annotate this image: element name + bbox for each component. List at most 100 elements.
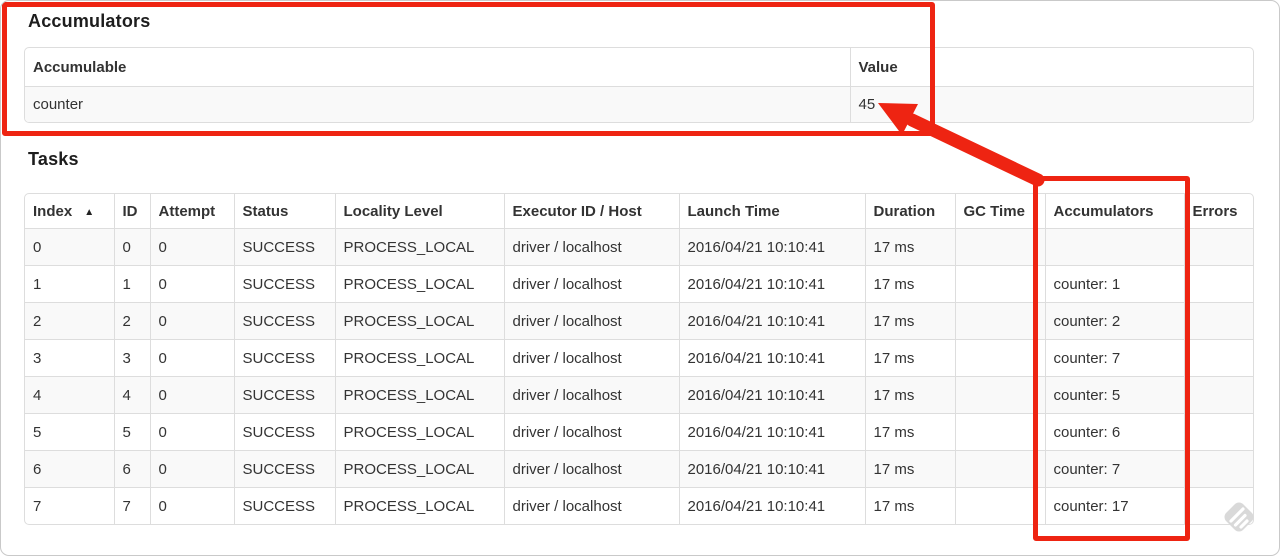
accumulator-row: counter 45 xyxy=(25,86,1253,122)
cell-index: 0 xyxy=(33,238,42,256)
cell-accumulators: counter: 7 xyxy=(1044,450,1184,488)
tasks-header-accumulators[interactable]: Accumulators xyxy=(1044,194,1184,229)
task-row: 0 0 0 SUCCESS PROCESS_LOCAL driver / loc… xyxy=(25,228,1253,266)
cell-id: 0 xyxy=(113,228,150,266)
task-row: 6 6 0 SUCCESS PROCESS_LOCAL driver / loc… xyxy=(25,450,1253,488)
cell-accumulators: counter: 17 xyxy=(1044,487,1184,524)
cell-errors xyxy=(1183,265,1253,303)
task-row: 3 3 0 SUCCESS PROCESS_LOCAL driver / loc… xyxy=(25,339,1253,377)
tasks-header-duration[interactable]: Duration xyxy=(864,194,955,229)
cell-executor: driver / localhost xyxy=(503,302,679,340)
cell-status: SUCCESS xyxy=(233,339,335,377)
tasks-header-executor-id-host[interactable]: Executor ID / Host xyxy=(503,194,679,229)
cell-index: 3 xyxy=(25,339,114,377)
cell-launch-time: 2016/04/21 10:10:41 xyxy=(678,413,865,451)
tasks-header-row: Index ▲ ID Attempt Status Locality Level … xyxy=(25,194,1253,229)
cell-errors xyxy=(1183,302,1253,340)
cell-gc-time xyxy=(954,413,1045,451)
cell-errors xyxy=(1183,339,1253,377)
cell-status: SUCCESS xyxy=(233,376,335,414)
cell-accumulators xyxy=(1044,228,1184,266)
cell-locality: PROCESS_LOCAL xyxy=(334,265,504,303)
tasks-header-locality-level[interactable]: Locality Level xyxy=(334,194,504,229)
cell-launch-time: 2016/04/21 10:10:41 xyxy=(678,228,865,266)
cell-attempt: 0 xyxy=(149,339,234,377)
cell-id: 1 xyxy=(113,265,150,303)
tasks-header-status[interactable]: Status xyxy=(233,194,335,229)
cell-duration: 17 ms xyxy=(864,265,955,303)
cell-gc-time xyxy=(954,302,1045,340)
cell-launch-time: 2016/04/21 10:10:41 xyxy=(678,376,865,414)
cell-locality: PROCESS_LOCAL xyxy=(334,450,504,488)
cell-launch-time: 2016/04/21 10:10:41 xyxy=(678,265,865,303)
cell-duration: 17 ms xyxy=(864,450,955,488)
tasks-header-attempt[interactable]: Attempt xyxy=(149,194,234,229)
cell-executor: driver / localhost xyxy=(503,265,679,303)
cell-accumulators: counter: 1 xyxy=(1044,265,1184,303)
cell-locality: PROCESS_LOCAL xyxy=(334,413,504,451)
cell-status: SUCCESS xyxy=(233,265,335,303)
tasks-header-gc-time[interactable]: GC Time xyxy=(954,194,1045,229)
cell-executor: driver / localhost xyxy=(503,487,679,524)
cell-duration: 17 ms xyxy=(864,413,955,451)
task-row: 2 2 0 SUCCESS PROCESS_LOCAL driver / loc… xyxy=(25,302,1253,340)
task-row: 1 1 0 SUCCESS PROCESS_LOCAL driver / loc… xyxy=(25,265,1253,303)
cell-attempt: 0 xyxy=(149,376,234,414)
value-column-header[interactable]: Value xyxy=(849,48,1253,87)
cell-accumulators: counter: 5 xyxy=(1044,376,1184,414)
sort-ascending-icon: ▲ xyxy=(84,206,95,218)
cell-attempt: 0 xyxy=(149,450,234,488)
cell-index: 2 xyxy=(25,302,114,340)
cell-executor: driver / localhost xyxy=(503,339,679,377)
cell-executor: driver / localhost xyxy=(503,450,679,488)
cell-gc-time xyxy=(954,450,1045,488)
task-row: 7 7 0 SUCCESS PROCESS_LOCAL driver / loc… xyxy=(25,487,1253,524)
tasks-header-launch-time[interactable]: Launch Time xyxy=(678,194,865,229)
cell-id: 4 xyxy=(113,376,150,414)
cell-launch-time: 2016/04/21 10:10:41 xyxy=(678,339,865,377)
tasks-header-id[interactable]: ID xyxy=(113,194,150,229)
cell-attempt: 0 xyxy=(149,228,234,266)
skitch-pen-watermark-icon xyxy=(1224,502,1254,532)
cell-attempt: 0 xyxy=(149,487,234,524)
cell-executor: driver / localhost xyxy=(503,228,679,266)
cell-executor: driver / localhost xyxy=(503,376,679,414)
cell-index: 5 xyxy=(25,413,114,451)
cell-duration: 17 ms xyxy=(864,339,955,377)
accumulable-value-cell: 45 xyxy=(849,86,1253,122)
cell-locality: PROCESS_LOCAL xyxy=(334,376,504,414)
accumulators-table: Accumulable Value counter 45 xyxy=(24,47,1254,123)
cell-errors xyxy=(1183,450,1253,488)
cell-accumulators: counter: 6 xyxy=(1044,413,1184,451)
cell-accumulators: counter: 7 xyxy=(1044,339,1184,377)
cell-id: 3 xyxy=(113,339,150,377)
cell-attempt: 0 xyxy=(149,265,234,303)
cell-index: 7 xyxy=(25,487,114,524)
cell-duration: 17 ms xyxy=(864,302,955,340)
cell-duration: 17 ms xyxy=(864,228,955,266)
tasks-header-errors[interactable]: Errors xyxy=(1183,194,1253,229)
cell-id: 5 xyxy=(113,413,150,451)
cell-status: SUCCESS xyxy=(233,450,335,488)
cell-locality: PROCESS_LOCAL xyxy=(334,302,504,340)
cell-errors xyxy=(1183,228,1253,266)
cell-status: SUCCESS xyxy=(233,413,335,451)
cell-launch-time: 2016/04/21 10:10:41 xyxy=(678,487,865,524)
task-row: 5 5 0 SUCCESS PROCESS_LOCAL driver / loc… xyxy=(25,413,1253,451)
cell-index: 1 xyxy=(25,265,114,303)
tasks-section-title: Tasks xyxy=(28,149,79,169)
cell-id: 7 xyxy=(113,487,150,524)
cell-locality: PROCESS_LOCAL xyxy=(334,339,504,377)
cell-errors xyxy=(1183,413,1253,451)
cell-attempt: 0 xyxy=(149,413,234,451)
cell-locality: PROCESS_LOCAL xyxy=(334,228,504,266)
accumulable-column-header[interactable]: Accumulable xyxy=(25,48,850,87)
cell-gc-time xyxy=(954,376,1045,414)
tasks-header-index[interactable]: Index ▲ xyxy=(25,194,114,229)
cell-gc-time xyxy=(954,265,1045,303)
cell-index: 6 xyxy=(25,450,114,488)
cell-status: SUCCESS xyxy=(233,487,335,524)
task-row: 4 4 0 SUCCESS PROCESS_LOCAL driver / loc… xyxy=(25,376,1253,414)
cell-gc-time xyxy=(954,339,1045,377)
cell-accumulators: counter: 2 xyxy=(1044,302,1184,340)
